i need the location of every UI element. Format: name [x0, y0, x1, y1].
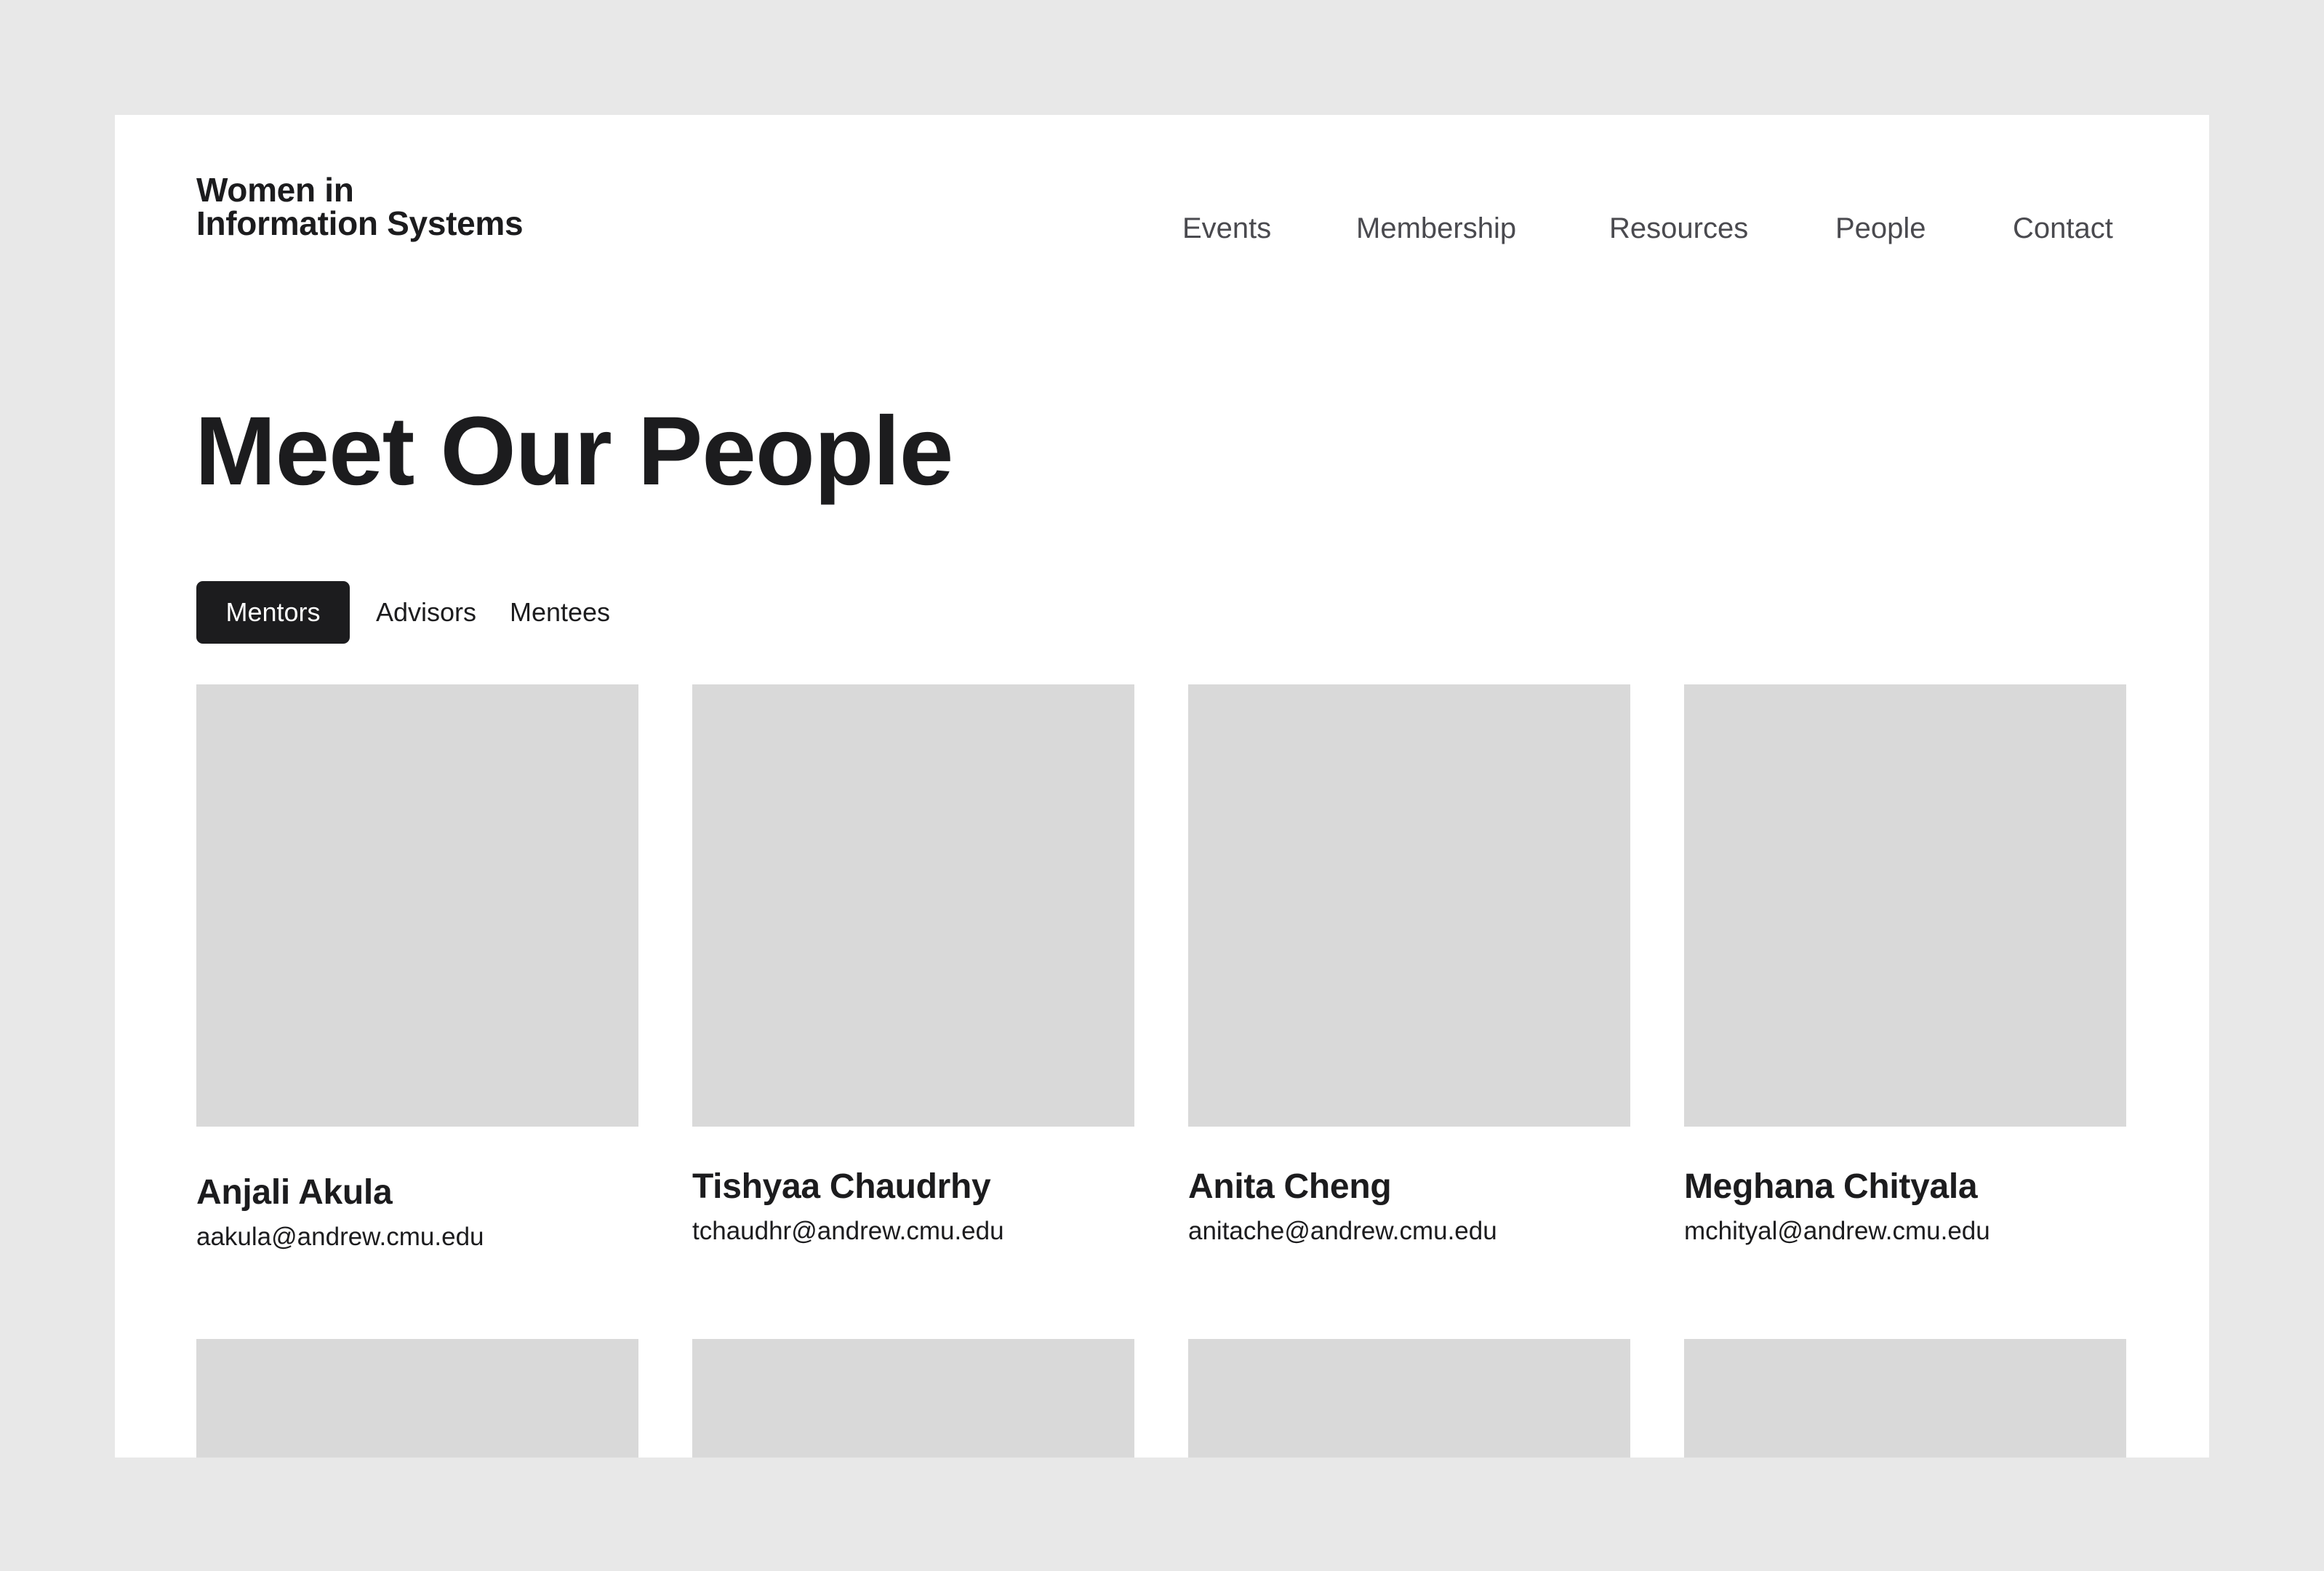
page-container: Women in Information Systems Events Memb…	[115, 115, 2209, 1458]
person-email[interactable]: mchityal@andrew.cmu.edu	[1684, 1217, 2126, 1246]
tab-mentees[interactable]: Mentees	[502, 581, 618, 644]
nav-item-contact[interactable]: Contact	[2013, 207, 2113, 250]
person-name: Tishyaa Chaudrhy	[692, 1167, 991, 1206]
person-card[interactable]: Meghana Chityala mchityal@andrew.cmu.edu	[1684, 684, 2126, 1246]
person-photo-partial	[1188, 1339, 1630, 1458]
person-email[interactable]: anitache@andrew.cmu.edu	[1188, 1217, 1630, 1246]
nav-item-events[interactable]: Events	[1182, 207, 1271, 250]
person-photo	[1188, 684, 1630, 1127]
person-photo-partial	[692, 1339, 1134, 1458]
nav-item-people[interactable]: People	[1835, 207, 1926, 250]
person-email[interactable]: aakula@andrew.cmu.edu	[196, 1223, 638, 1252]
tab-advisors[interactable]: Advisors	[372, 581, 480, 644]
person-photo-partial	[196, 1339, 638, 1458]
main-nav: Events Membership Resources People Conta…	[115, 207, 2209, 250]
tab-mentors[interactable]: Mentors	[196, 581, 350, 644]
person-photo	[692, 684, 1134, 1127]
person-card[interactable]: Tishyaa Chaudrhy tchaudhr@andrew.cmu.edu	[692, 684, 1134, 1246]
person-name: Meghana Chityala	[1684, 1167, 1978, 1206]
nav-item-resources[interactable]: Resources	[1609, 207, 1748, 250]
page-title: Meet Our People	[195, 397, 953, 505]
nav-item-membership[interactable]: Membership	[1356, 207, 1516, 250]
person-card[interactable]: Anjali Akula aakula@andrew.cmu.edu	[196, 684, 638, 1252]
person-name: Anjali Akula	[196, 1173, 393, 1212]
person-photo	[1684, 684, 2126, 1127]
logo-line-1: Women in	[196, 171, 354, 209]
person-photo-partial	[1684, 1339, 2126, 1458]
person-card[interactable]: Anita Cheng anitache@andrew.cmu.edu	[1188, 684, 1630, 1246]
person-name: Anita Cheng	[1188, 1167, 1392, 1206]
person-email[interactable]: tchaudhr@andrew.cmu.edu	[692, 1217, 1134, 1246]
person-photo	[196, 684, 638, 1127]
